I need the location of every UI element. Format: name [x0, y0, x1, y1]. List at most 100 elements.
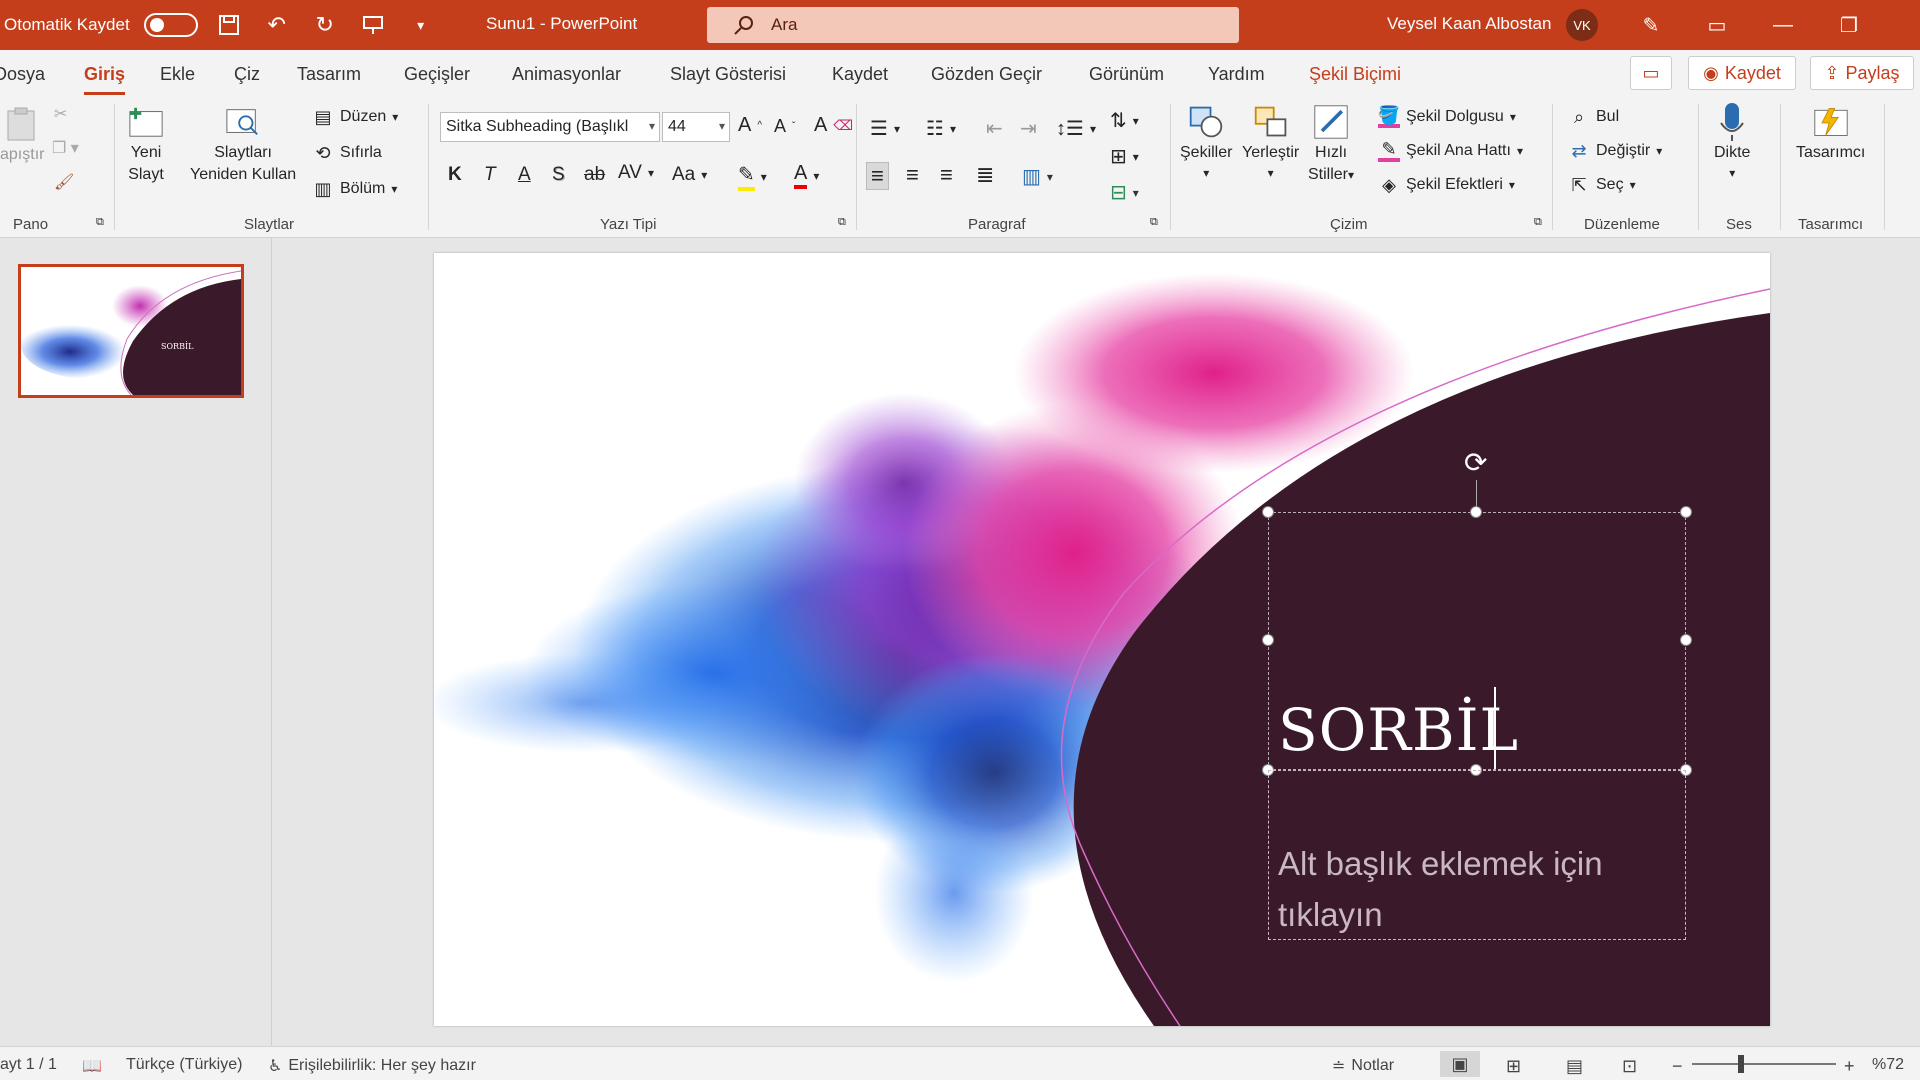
find-button[interactable]: ⌕ Bul: [1568, 106, 1619, 128]
resize-handle[interactable]: [1262, 506, 1274, 518]
tab-gozden-gecir[interactable]: Gözden Geçir: [931, 64, 1042, 85]
slide-thumbnail-1[interactable]: SORBİL: [18, 264, 244, 398]
resize-handle[interactable]: [1470, 506, 1482, 518]
avatar[interactable]: VK: [1566, 9, 1598, 41]
columns-icon[interactable]: ▥ ▾: [1022, 164, 1053, 189]
numbering-icon[interactable]: ☷ ▾: [926, 116, 956, 141]
format-painter-icon[interactable]: 🖌: [54, 172, 74, 192]
resize-handle[interactable]: [1680, 506, 1692, 518]
user-name[interactable]: Veysel Kaan Albostan: [1387, 14, 1551, 34]
reuse-slides-button[interactable]: Slaytları Yeniden Kullan: [190, 104, 296, 184]
resize-handle[interactable]: [1262, 634, 1274, 646]
normal-view-button[interactable]: ▣: [1440, 1051, 1480, 1077]
line-spacing-icon[interactable]: ↕☰ ▾: [1056, 116, 1096, 141]
decrease-indent-icon[interactable]: ⇤: [986, 116, 1003, 141]
reset-button[interactable]: ⟲ Sıfırla: [312, 142, 381, 164]
resize-handle[interactable]: [1680, 634, 1692, 646]
spellcheck-icon[interactable]: 📖: [82, 1056, 102, 1076]
italic-button[interactable]: T: [484, 164, 496, 186]
ribbon-display-icon[interactable]: ▭: [1694, 8, 1740, 42]
strikethrough-button[interactable]: ab: [584, 164, 605, 186]
slideshow-view-button[interactable]: ⊡: [1622, 1056, 1637, 1077]
arrange-button[interactable]: Yerleştir ▾: [1242, 104, 1299, 180]
increase-font-icon[interactable]: A ^: [738, 114, 762, 137]
share-button[interactable]: ⇪ Paylaş: [1810, 56, 1914, 90]
font-launcher-icon[interactable]: ⧉: [838, 216, 846, 229]
record-button[interactable]: ◉ Kaydet: [1688, 56, 1796, 90]
tab-kaydet[interactable]: Kaydet: [832, 64, 888, 85]
bold-button[interactable]: K: [448, 164, 462, 186]
clear-format-icon[interactable]: A ⌫: [814, 114, 853, 137]
shapes-button[interactable]: Şekiller ▾: [1180, 104, 1232, 180]
undo-icon[interactable]: ↶: [260, 8, 294, 42]
shape-outline-button[interactable]: ✎ Şekil Ana Hattı ▾: [1378, 139, 1523, 162]
change-case-button[interactable]: Aa ▾: [672, 164, 707, 186]
tab-yardim[interactable]: Yardım: [1208, 64, 1265, 85]
zoom-out-button[interactable]: −: [1672, 1056, 1683, 1077]
section-button[interactable]: ▥ Bölüm ▾: [312, 178, 397, 200]
align-text-icon[interactable]: ⊞ ▾: [1110, 144, 1139, 169]
slide-title[interactable]: SORBİL: [1278, 696, 1519, 764]
layout-button[interactable]: ▤ Düzen ▾: [312, 106, 398, 128]
align-right-button[interactable]: ≡: [940, 162, 953, 188]
notes-button[interactable]: ≐ Notlar: [1332, 1056, 1394, 1076]
tab-giris[interactable]: Giriş: [84, 64, 126, 95]
tab-gorunum[interactable]: Görünüm: [1089, 64, 1164, 85]
align-left-button[interactable]: ≡: [866, 162, 889, 190]
tab-tasarim[interactable]: Tasarım: [297, 64, 361, 85]
customize-toolbar-icon[interactable]: ▾: [404, 8, 438, 42]
tab-ciz[interactable]: Çiz: [234, 64, 260, 85]
tab-slayt-gosterisi[interactable]: Slayt Gösterisi: [670, 64, 786, 85]
font-color-icon[interactable]: A ▾: [794, 162, 819, 189]
tab-animasyonlar[interactable]: Animasyonlar: [512, 64, 621, 85]
text-direction-icon[interactable]: ⇅ ▾: [1110, 108, 1139, 133]
tab-sekil-bicimi[interactable]: Şekil Biçimi: [1309, 64, 1401, 85]
slide-subtitle[interactable]: Alt başlık eklemek için tıklayın: [1278, 838, 1688, 940]
copy-icon[interactable]: ❐ ▾: [52, 138, 79, 158]
select-button[interactable]: ⇱ Seç ▾: [1568, 174, 1635, 196]
save-icon[interactable]: [212, 8, 246, 42]
highlight-icon[interactable]: ✎ ▾: [738, 162, 767, 191]
tab-gecisler[interactable]: Geçişler: [404, 64, 470, 85]
smartart-icon[interactable]: ⊟ ▾: [1110, 180, 1139, 205]
slide-sorter-button[interactable]: ⊞: [1506, 1056, 1521, 1077]
replace-button[interactable]: ⇄ Değiştir ▾: [1568, 140, 1662, 162]
justify-button[interactable]: ≣: [976, 162, 994, 188]
autosave-toggle[interactable]: [143, 13, 198, 37]
minimize-icon[interactable]: —: [1760, 8, 1806, 42]
bullets-icon[interactable]: ☰ ▾: [870, 116, 900, 141]
drawing-launcher-icon[interactable]: ⧉: [1534, 216, 1542, 229]
font-name-select[interactable]: Sitka Subheading (Başlıkl ▾: [440, 112, 660, 142]
char-spacing-button[interactable]: AV ▾: [618, 162, 654, 184]
increase-indent-icon[interactable]: ⇥: [1020, 116, 1037, 141]
restore-icon[interactable]: ❐: [1826, 8, 1872, 42]
paragraph-launcher-icon[interactable]: ⧉: [1150, 216, 1158, 229]
search-input[interactable]: Ara: [707, 7, 1239, 43]
designer-button[interactable]: Tasarımcı: [1796, 104, 1865, 162]
zoom-slider-thumb[interactable]: [1738, 1055, 1744, 1073]
shape-effects-button[interactable]: ◈ Şekil Efektleri ▾: [1378, 174, 1515, 196]
new-slide-button[interactable]: Yeni Slayt: [128, 104, 164, 184]
paste-button[interactable]: apıştır: [0, 106, 44, 164]
shape-fill-button[interactable]: 🪣 Şekil Dolgusu ▾: [1378, 105, 1516, 128]
dictate-button[interactable]: Dikte ▾: [1714, 103, 1750, 180]
pen-icon[interactable]: ✎: [1628, 8, 1674, 42]
comments-button[interactable]: ▭: [1630, 56, 1672, 90]
tab-dosya[interactable]: Dosya: [0, 64, 45, 85]
accessibility-indicator[interactable]: ♿ Erişilebilirlik: Her şey hazır: [268, 1056, 476, 1076]
align-center-button[interactable]: ≡: [906, 162, 919, 188]
zoom-in-button[interactable]: +: [1844, 1056, 1855, 1077]
rotate-handle-icon[interactable]: ⟳: [1464, 446, 1487, 479]
reading-view-button[interactable]: ▤: [1566, 1056, 1583, 1077]
underline-button[interactable]: A: [518, 164, 531, 186]
zoom-slider[interactable]: [1692, 1063, 1836, 1065]
language-indicator[interactable]: Türkçe (Türkiye): [126, 1056, 242, 1074]
quick-styles-button[interactable]: Hızlı Stiller▾: [1308, 104, 1354, 184]
decrease-font-icon[interactable]: Aˇ: [774, 116, 795, 137]
shadow-button[interactable]: S: [552, 164, 565, 186]
zoom-level[interactable]: %72: [1872, 1056, 1904, 1074]
present-icon[interactable]: [356, 8, 390, 42]
cut-icon[interactable]: ✂: [54, 104, 67, 124]
tab-ekle[interactable]: Ekle: [160, 64, 195, 85]
pano-launcher-icon[interactable]: ⧉: [96, 216, 104, 229]
